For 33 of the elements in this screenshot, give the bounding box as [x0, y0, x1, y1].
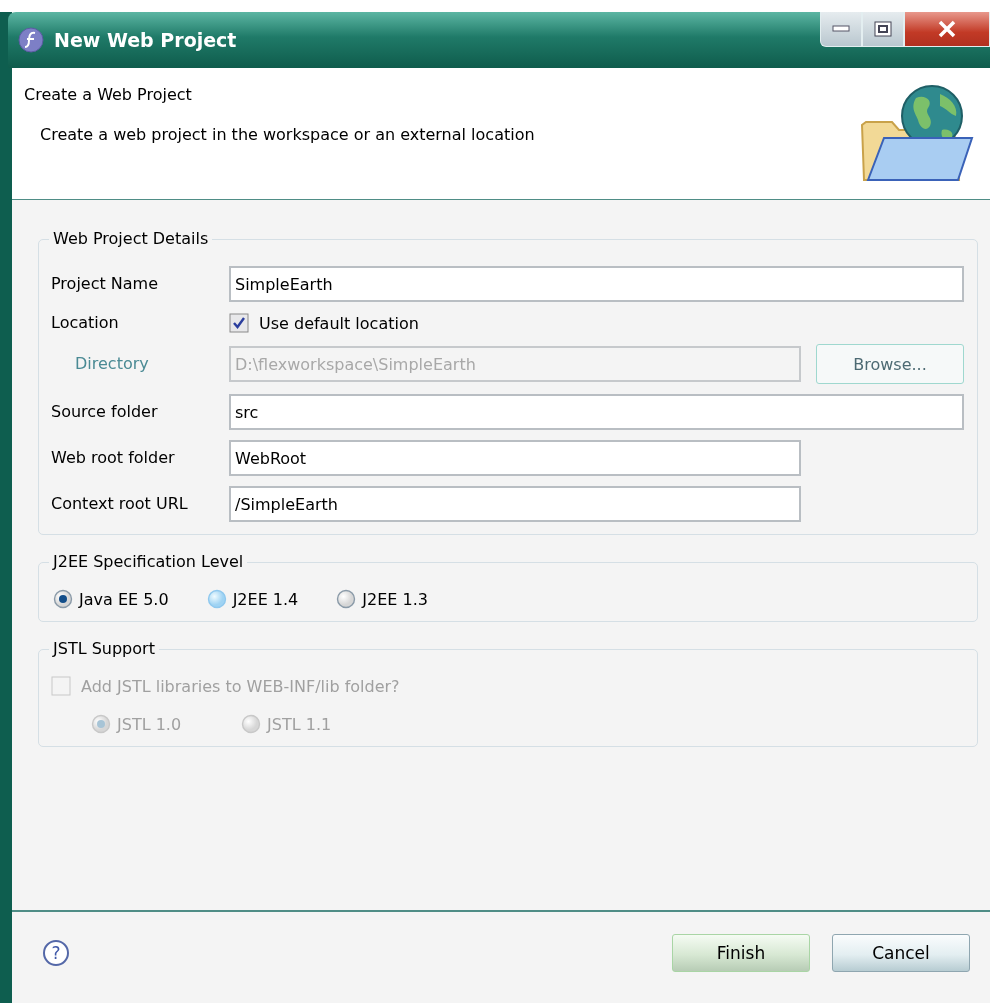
- header-description: Create a web project in the workspace or an external location: [40, 125, 535, 144]
- radio-label: JSTL 1.0: [117, 714, 182, 734]
- checkbox-label: Use default location: [259, 313, 419, 333]
- field-label: Directory: [74, 353, 150, 375]
- help-button[interactable]: ?: [43, 940, 69, 966]
- radio-label: JSTL 1.1: [267, 714, 332, 734]
- text-field[interactable]: src: [229, 394, 964, 430]
- header-title: Create a Web Project: [24, 85, 192, 104]
- minimize-icon: [832, 25, 850, 33]
- radio-label: Java EE 5.0: [79, 589, 169, 609]
- field-label: Context root URL: [51, 493, 189, 515]
- text-field[interactable]: WebRoot: [229, 440, 801, 476]
- text-field[interactable]: /SimpleEarth: [229, 486, 801, 522]
- window-title: New Web Project: [54, 29, 237, 51]
- radio-button[interactable]: [206, 589, 227, 609]
- field-label: Project Name: [51, 273, 160, 295]
- field-label: Source folder: [51, 401, 159, 423]
- app-logo-icon: [18, 27, 44, 53]
- checkbox[interactable]: [229, 313, 249, 333]
- maximize-button[interactable]: [862, 12, 904, 47]
- radio-label: J2EE 1.3: [362, 589, 428, 609]
- checkbox-label: Add JSTL libraries to WEB-INF/lib folder?: [81, 676, 400, 696]
- close-icon: [937, 20, 957, 38]
- maximize-icon: [874, 21, 892, 37]
- field-label: Web root folder: [51, 447, 176, 469]
- radio-button[interactable]: [53, 589, 73, 609]
- field-label: Location: [51, 312, 120, 334]
- finish-button[interactable]: Finish: [672, 934, 810, 972]
- cancel-button[interactable]: Cancel: [832, 934, 970, 972]
- radio-label: J2EE 1.4: [232, 589, 299, 609]
- text-field[interactable]: SimpleEarth: [229, 266, 964, 302]
- radio-button[interactable]: [336, 589, 357, 609]
- close-button[interactable]: [904, 12, 990, 47]
